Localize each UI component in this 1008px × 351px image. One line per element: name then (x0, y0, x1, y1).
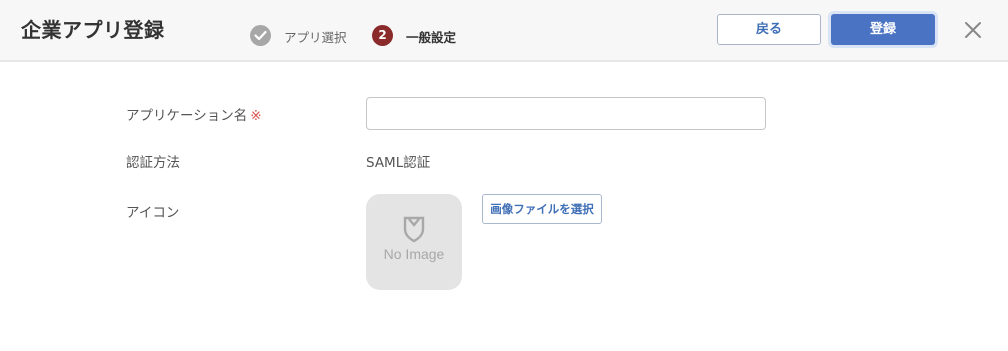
register-button[interactable]: 登録 (831, 14, 935, 45)
page-title: 企業アプリ登録 (21, 18, 165, 42)
close-icon[interactable] (960, 17, 986, 43)
auth-method-label: 認証方法 (126, 155, 180, 171)
no-image-text: No Image (383, 246, 445, 262)
shield-icon (403, 216, 425, 243)
icon-preview: No Image (366, 194, 462, 290)
step-label-app-select: アプリ選択 (284, 30, 347, 45)
app-name-label: アプリケーション名 ※ (126, 104, 262, 124)
step-number-badge: 2 (372, 25, 393, 46)
choose-image-button[interactable]: 画像ファイルを選択 (482, 194, 602, 224)
app-name-input[interactable] (366, 97, 766, 130)
step-label-general-settings: 一般設定 (406, 30, 457, 45)
auth-method-value: SAML認証 (366, 155, 431, 171)
required-mark: ※ (250, 108, 262, 124)
header-bar: 企業アプリ登録 アプリ選択 2 一般設定 戻る 登録 (0, 0, 1008, 62)
icon-label: アイコン (126, 205, 180, 221)
check-icon (250, 25, 271, 46)
back-button[interactable]: 戻る (717, 14, 821, 45)
app-name-label-text: アプリケーション名 (126, 108, 248, 124)
